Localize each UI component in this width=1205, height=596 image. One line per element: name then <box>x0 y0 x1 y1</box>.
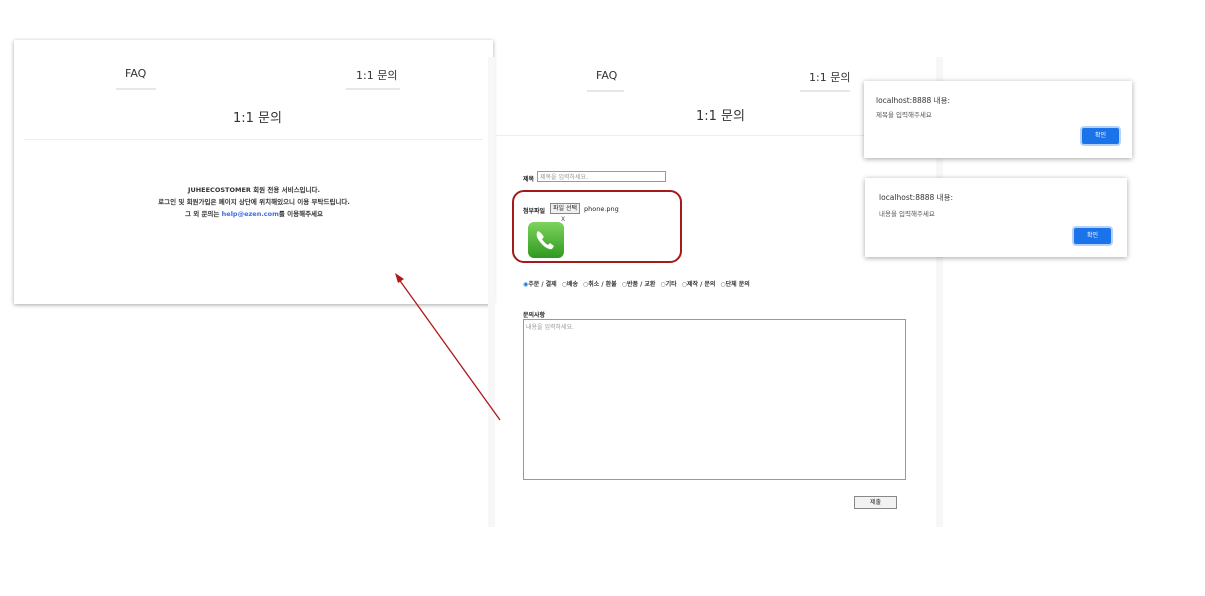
annotation-arrow-icon <box>395 273 501 421</box>
